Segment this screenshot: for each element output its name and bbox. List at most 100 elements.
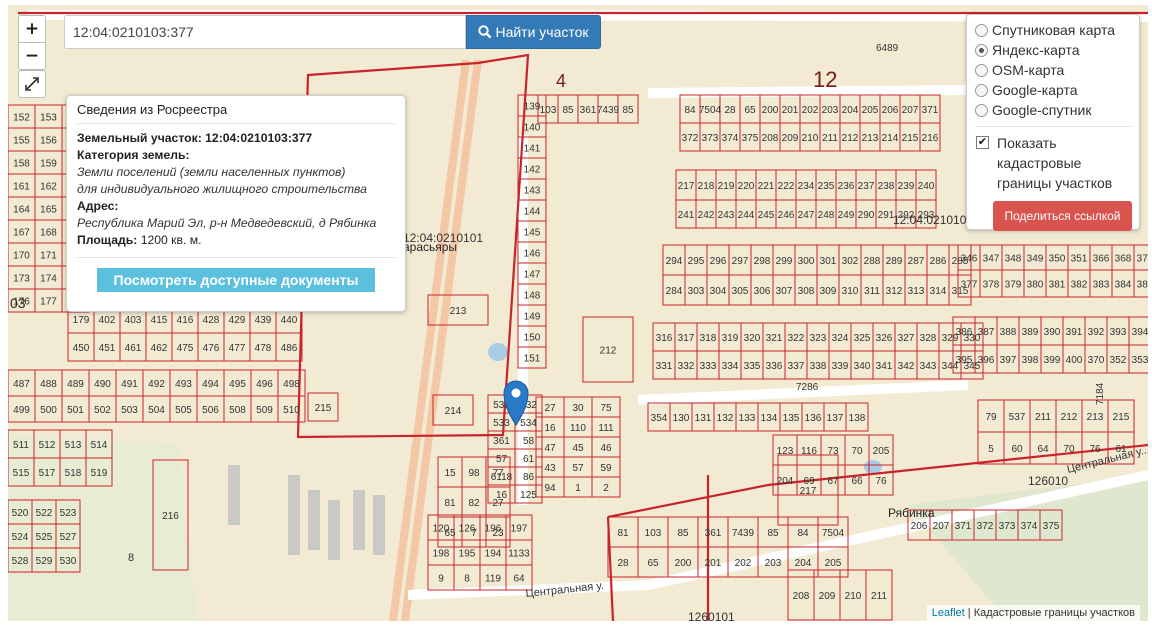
- parcel-number: 498: [283, 379, 300, 390]
- layer-option-osm[interactable]: OSM-карта: [975, 60, 1131, 80]
- parcel-number: 246: [778, 210, 795, 221]
- parcel-number: 79: [985, 412, 997, 423]
- parcel-number: 171: [40, 251, 57, 262]
- parcel-number: 137: [827, 413, 844, 424]
- parcel-number: 306: [754, 286, 771, 297]
- parcel-number: 103: [540, 105, 557, 116]
- map-pin-dot: [511, 388, 521, 398]
- parcel-number: 167: [13, 228, 30, 239]
- parcel-number: 2: [603, 483, 609, 494]
- parcel-number: 142: [524, 165, 541, 176]
- parcel-number: 361: [580, 105, 597, 116]
- parcel-number: 81: [444, 498, 456, 509]
- parcel-number: 240: [918, 181, 935, 192]
- pond: [864, 460, 882, 474]
- parcel-number: 207: [933, 521, 950, 532]
- layer-radio[interactable]: [975, 103, 988, 117]
- parcel-number: 415: [151, 315, 168, 326]
- parcel-number: 493: [175, 379, 192, 390]
- parcel-number: 1: [575, 483, 581, 494]
- view-documents-button[interactable]: Посмотреть доступные документы: [97, 268, 375, 292]
- parcel-number: 206: [911, 521, 928, 532]
- parcel-row: Земельный участок: 12:04:0210103:377: [77, 130, 395, 147]
- parcel-number: 319: [722, 333, 739, 344]
- category-line-1: Земли поселений (земли населенных пункто…: [77, 165, 346, 179]
- map-label: 12:04:0210103: [893, 213, 973, 227]
- fullscreen-button[interactable]: [18, 70, 46, 98]
- parcel-number: 336: [766, 361, 783, 372]
- layer-option-google-map[interactable]: Google-карта: [975, 80, 1131, 100]
- parcel-number: 343: [920, 361, 937, 372]
- parcel-number: 148: [524, 291, 541, 302]
- parcel-number: 379: [1005, 280, 1022, 291]
- parcel-number: 520: [12, 508, 29, 519]
- layer-radio-selected[interactable]: [975, 43, 988, 57]
- parcel-number: 476: [203, 343, 220, 354]
- map-label: Рябинка: [888, 506, 935, 520]
- parcel-number: 57: [572, 463, 584, 474]
- layer-option-yandex[interactable]: Яндекс-карта: [975, 40, 1131, 60]
- parcel-number: 139: [524, 102, 541, 113]
- parcel-number: 152: [13, 113, 30, 124]
- parcel-number: 212: [842, 133, 859, 144]
- parcel-number: 211: [822, 133, 838, 144]
- parcel-number: 146: [524, 249, 541, 260]
- parcel-number: 309: [820, 286, 837, 297]
- layer-radio[interactable]: [975, 63, 988, 77]
- cadastral-search-input[interactable]: [64, 15, 466, 49]
- layer-radio[interactable]: [975, 23, 988, 37]
- parcel-number: 302: [842, 256, 859, 267]
- parcel-number: 159: [40, 159, 57, 170]
- parcel-number: 245: [758, 210, 775, 221]
- pond: [488, 343, 508, 361]
- green-area: [8, 435, 198, 621]
- parcel-number: 303: [688, 286, 705, 297]
- parcel-number: 335: [744, 361, 761, 372]
- parcel-number: 289: [886, 256, 903, 267]
- map-label: 8: [128, 552, 134, 564]
- parcel-number: 15: [444, 468, 456, 479]
- zoom-out-button[interactable]: −: [18, 42, 46, 70]
- parcel-number: 120: [433, 524, 450, 535]
- parcel-number: 523: [60, 508, 77, 519]
- layer-option-google-satellite[interactable]: Google-спутник: [975, 100, 1131, 120]
- parcel-number: 210: [802, 133, 819, 144]
- parcel-number: 304: [710, 286, 727, 297]
- building: [288, 475, 300, 555]
- parcel-number: 46: [600, 443, 612, 454]
- parcel-number: 384: [1115, 280, 1132, 291]
- find-parcel-button[interactable]: Найти участок: [466, 15, 601, 49]
- parcel-number: 235: [818, 181, 835, 192]
- parcel-number: 210: [845, 591, 862, 602]
- parcel-number: 486: [281, 343, 298, 354]
- layer-option-satellite[interactable]: Спутниковая карта: [975, 20, 1131, 40]
- parcel-number: 7439: [597, 105, 620, 116]
- parcel-number: 374: [722, 133, 739, 144]
- parcel-number: 528: [12, 556, 29, 567]
- parcel-number: 140: [524, 123, 541, 134]
- parcel-number: 327: [898, 333, 915, 344]
- parcel-number: 201: [782, 105, 799, 116]
- parcel-number: 239: [898, 181, 915, 192]
- leaflet-link[interactable]: Leaflet: [932, 607, 965, 619]
- area-value: 1200 кв. м.: [140, 233, 202, 247]
- parcel-number: 488: [40, 379, 57, 390]
- parcel-number: 323: [810, 333, 827, 344]
- parcel-number: 243: [718, 210, 735, 221]
- layer-radio[interactable]: [975, 83, 988, 97]
- share-link-button[interactable]: Поделиться ссылкой: [993, 201, 1132, 231]
- parcel-number: 168: [40, 228, 57, 239]
- cadastral-toggle[interactable]: ✔ Показать кадастровые границы участков: [975, 133, 1131, 193]
- parcel-number: 352: [1110, 355, 1127, 366]
- parcel-number: 177: [40, 297, 57, 308]
- parcel-number: 28: [617, 558, 629, 569]
- panel-divider: [975, 126, 1131, 127]
- cadastral-checkbox[interactable]: ✔: [976, 136, 989, 149]
- parcel-number: 534: [520, 418, 537, 429]
- map-label: 4: [556, 71, 566, 91]
- parcel-number: 248: [818, 210, 835, 221]
- zoom-in-button[interactable]: +: [18, 15, 46, 43]
- parcel-number: 220: [738, 181, 755, 192]
- parcel-number: 368: [1115, 254, 1132, 265]
- parcel-number: 150: [524, 333, 541, 344]
